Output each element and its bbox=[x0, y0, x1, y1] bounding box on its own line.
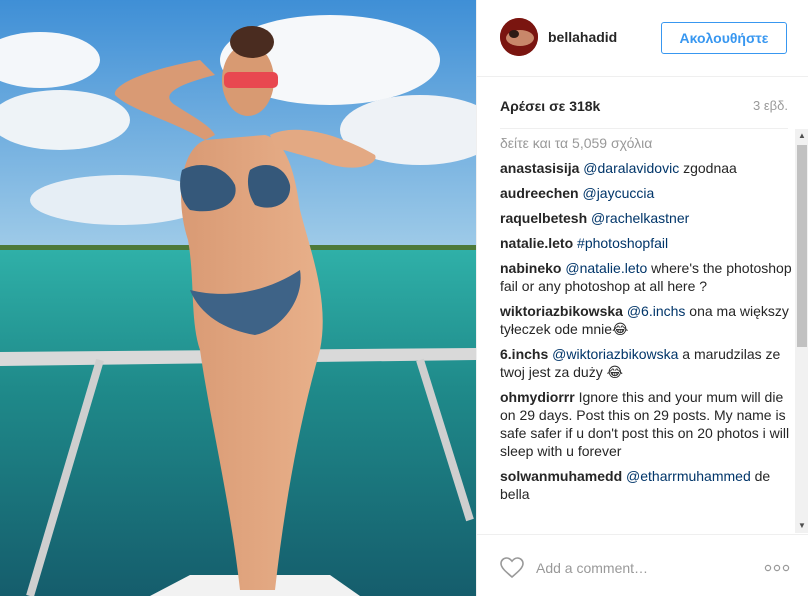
comment-mention-link[interactable]: @jaycuccia bbox=[582, 185, 654, 201]
comment-username[interactable]: natalie.leto bbox=[500, 235, 573, 251]
comment-item: nabineko @natalie.leto where's the photo… bbox=[500, 259, 792, 295]
likes-row: Αρέσει σε 318k 3 εβδ. bbox=[500, 98, 788, 118]
comments-list: δείτε και τα 5,059 σχόλια anastasisija @… bbox=[500, 131, 792, 534]
comment-item: natalie.leto #photoshopfail bbox=[500, 234, 792, 252]
comment-mention-link[interactable]: @wiktoriazbikowska bbox=[552, 346, 678, 362]
post-header: bellahadid Ακολουθήστε bbox=[477, 0, 808, 77]
comment-mention-link[interactable]: @daralavidovic bbox=[583, 160, 679, 176]
comment-mention-link[interactable]: @etharrmuhammed bbox=[626, 468, 751, 484]
comment-item: wiktoriazbikowska @6.inchs ona ma większ… bbox=[500, 302, 792, 338]
comment-item: audreechen @jaycuccia bbox=[500, 184, 792, 202]
avatar[interactable] bbox=[500, 18, 538, 56]
view-all-comments-link[interactable]: δείτε και τα 5,059 σχόλια bbox=[500, 135, 792, 153]
comment-mention-link[interactable]: @6.inchs bbox=[627, 303, 686, 319]
comments-scrollbar[interactable]: ▲ ▼ bbox=[795, 129, 808, 533]
username[interactable]: bellahadid bbox=[548, 29, 617, 45]
comment-username[interactable]: raquelbetesh bbox=[500, 210, 587, 226]
comment-footer bbox=[477, 534, 808, 596]
ellipsis-icon[interactable] bbox=[764, 563, 790, 573]
comment-username[interactable]: nabineko bbox=[500, 260, 561, 276]
comment-item: solwanmuhamedd @etharrmuhammed de bella bbox=[500, 467, 792, 503]
comment-container: anastasisija @daralavidovic zgodnaa audre… bbox=[500, 159, 792, 503]
post-side-panel: bellahadid Ακολουθήστε Αρέσει σε 318k 3 … bbox=[476, 0, 808, 596]
scroll-up-arrow-icon[interactable]: ▲ bbox=[795, 129, 808, 143]
post-timestamp[interactable]: 3 εβδ. bbox=[753, 98, 788, 113]
heart-outline-icon[interactable] bbox=[500, 557, 524, 579]
comment-username[interactable]: 6.inchs bbox=[500, 346, 548, 362]
divider bbox=[500, 128, 788, 129]
comment-mention-link[interactable]: @rachelkastner bbox=[591, 210, 689, 226]
comment-text: zgodnaa bbox=[679, 160, 737, 176]
comment-item: 6.inchs @wiktoriazbikowska a marudzilas … bbox=[500, 345, 792, 381]
follow-button[interactable]: Ακολουθήστε bbox=[661, 22, 787, 54]
comment-username[interactable]: wiktoriazbikowska bbox=[500, 303, 623, 319]
comment-mention-link[interactable]: @natalie.leto bbox=[565, 260, 647, 276]
comment-username[interactable]: solwanmuhamedd bbox=[500, 468, 622, 484]
comment-item: raquelbetesh @rachelkastner bbox=[500, 209, 792, 227]
comment-item: anastasisija @daralavidovic zgodnaa bbox=[500, 159, 792, 177]
scroll-down-arrow-icon[interactable]: ▼ bbox=[795, 519, 808, 533]
likes-count[interactable]: Αρέσει σε 318k bbox=[500, 98, 600, 114]
comment-mention-link[interactable]: #photoshopfail bbox=[577, 235, 668, 251]
post-photo[interactable] bbox=[0, 0, 476, 596]
comment-username[interactable]: audreechen bbox=[500, 185, 579, 201]
add-comment-input[interactable] bbox=[534, 555, 758, 581]
comment-item: ohmydiorrr Ignore this and your mum will… bbox=[500, 388, 792, 460]
scroll-thumb[interactable] bbox=[797, 145, 807, 347]
comment-username[interactable]: anastasisija bbox=[500, 160, 579, 176]
comment-username[interactable]: ohmydiorrr bbox=[500, 389, 575, 405]
